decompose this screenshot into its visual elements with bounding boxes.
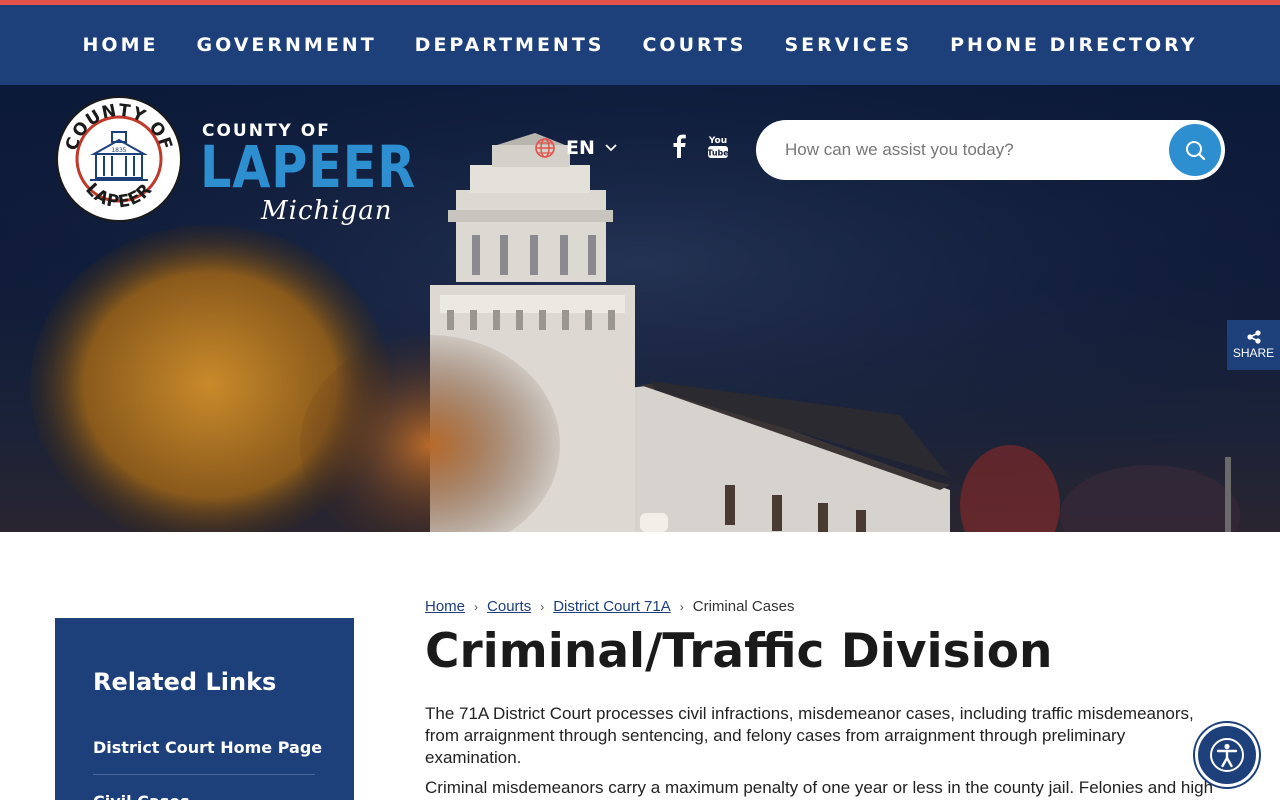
nav-services[interactable]: SERVICES xyxy=(784,34,912,56)
language-code: EN xyxy=(566,137,595,159)
logo-county-name: LAPEER xyxy=(200,133,417,201)
share-icon xyxy=(1246,330,1261,344)
site-search xyxy=(756,120,1225,180)
search-input[interactable] xyxy=(785,140,1155,160)
main-navigation: HOME GOVERNMENT DEPARTMENTS COURTS SERVI… xyxy=(0,5,1280,85)
search-button[interactable] xyxy=(1169,124,1221,176)
nav-departments[interactable]: DEPARTMENTS xyxy=(415,34,605,56)
page-title: Criminal/Traffic Division xyxy=(425,624,1053,679)
breadcrumb-current: Criminal Cases xyxy=(692,598,795,615)
intro-paragraph: The 71A District Court processes civil i… xyxy=(425,704,1194,767)
youtube-icon: You Tube xyxy=(707,136,729,158)
nav-home[interactable]: HOME xyxy=(83,34,159,56)
sidebar-divider xyxy=(93,774,315,775)
related-links-panel: Related Links District Court Home Page C… xyxy=(55,618,354,800)
language-selector[interactable]: EN xyxy=(534,137,617,159)
breadcrumb-chevron-icon: › xyxy=(679,599,684,614)
globe-icon xyxy=(535,138,555,158)
breadcrumb-courts[interactable]: Courts xyxy=(487,598,531,615)
accessibility-icon xyxy=(1210,738,1244,772)
facebook-icon xyxy=(673,134,686,158)
search-icon xyxy=(1186,141,1206,161)
breadcrumb-district-court[interactable]: District Court 71A xyxy=(553,598,671,615)
share-label: SHARE xyxy=(1232,346,1275,360)
nav-government[interactable]: GOVERNMENT xyxy=(196,34,376,56)
svg-text:Tube: Tube xyxy=(707,149,729,158)
accessibility-button[interactable] xyxy=(1195,723,1259,787)
sidebar-link-district-court-home[interactable]: District Court Home Page xyxy=(93,738,322,757)
breadcrumb-chevron-icon: › xyxy=(474,599,479,614)
facebook-link[interactable] xyxy=(670,133,688,159)
svg-text:You: You xyxy=(708,136,727,146)
sidebar-link-civil-cases[interactable]: Civil Cases xyxy=(93,792,190,800)
nav-phone-directory[interactable]: PHONE DIRECTORY xyxy=(950,34,1197,56)
share-button[interactable]: SHARE xyxy=(1227,320,1280,370)
breadcrumb-chevron-icon: › xyxy=(540,599,545,614)
penalty-paragraph: Criminal misdemeanors carry a maximum pe… xyxy=(425,778,1214,797)
hero-banner: COUNTY OF LAPEER 1835 COUNTY OF LAPEER M… xyxy=(0,85,1280,532)
related-links-heading: Related Links xyxy=(93,668,277,696)
county-seal-icon: COUNTY OF LAPEER 1835 xyxy=(56,96,182,222)
breadcrumb: Home › Courts › District Court 71A › Cri… xyxy=(425,598,794,615)
nav-courts[interactable]: COURTS xyxy=(642,34,746,56)
youtube-link[interactable]: You Tube xyxy=(707,133,729,159)
breadcrumb-home[interactable]: Home xyxy=(425,598,465,615)
svg-text:1835: 1835 xyxy=(111,147,126,154)
county-logo[interactable]: COUNTY OF LAPEER 1835 COUNTY OF LAPEER M… xyxy=(56,96,415,226)
logo-state-name: Michigan xyxy=(261,196,393,226)
chevron-down-icon xyxy=(605,144,617,152)
